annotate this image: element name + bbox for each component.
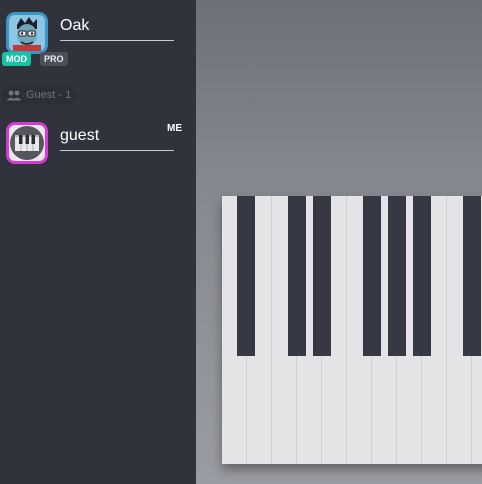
guest-group-label: Guest - 1 <box>2 86 78 104</box>
user-row-guest[interactable]: guest ME <box>0 122 196 182</box>
piano-black-key[interactable] <box>463 196 481 356</box>
mod-badge: MOD <box>2 52 31 66</box>
cartoon-face-icon <box>9 15 45 51</box>
piano-black-key[interactable] <box>363 196 381 356</box>
username-oak[interactable]: Oak <box>60 16 174 41</box>
piano-black-key[interactable] <box>313 196 331 356</box>
user-sidebar: Oak MOD PRO Guest - 1 guest ME <box>0 0 196 484</box>
username-guest[interactable]: guest <box>60 126 174 151</box>
piano-black-key[interactable] <box>237 196 255 356</box>
piano-black-key[interactable] <box>413 196 431 356</box>
group-label-text: Guest - 1 <box>26 89 72 101</box>
piano-avatar-icon <box>10 126 44 160</box>
piano-keyboard[interactable] <box>222 196 482 464</box>
main-canvas <box>196 0 482 484</box>
users-icon <box>6 90 22 100</box>
pro-badge: PRO <box>40 52 68 66</box>
avatar-oak[interactable] <box>6 12 48 54</box>
avatar-guest[interactable] <box>6 122 48 164</box>
me-badge: ME <box>167 123 182 134</box>
piano-black-key[interactable] <box>288 196 306 356</box>
piano-black-key[interactable] <box>388 196 406 356</box>
